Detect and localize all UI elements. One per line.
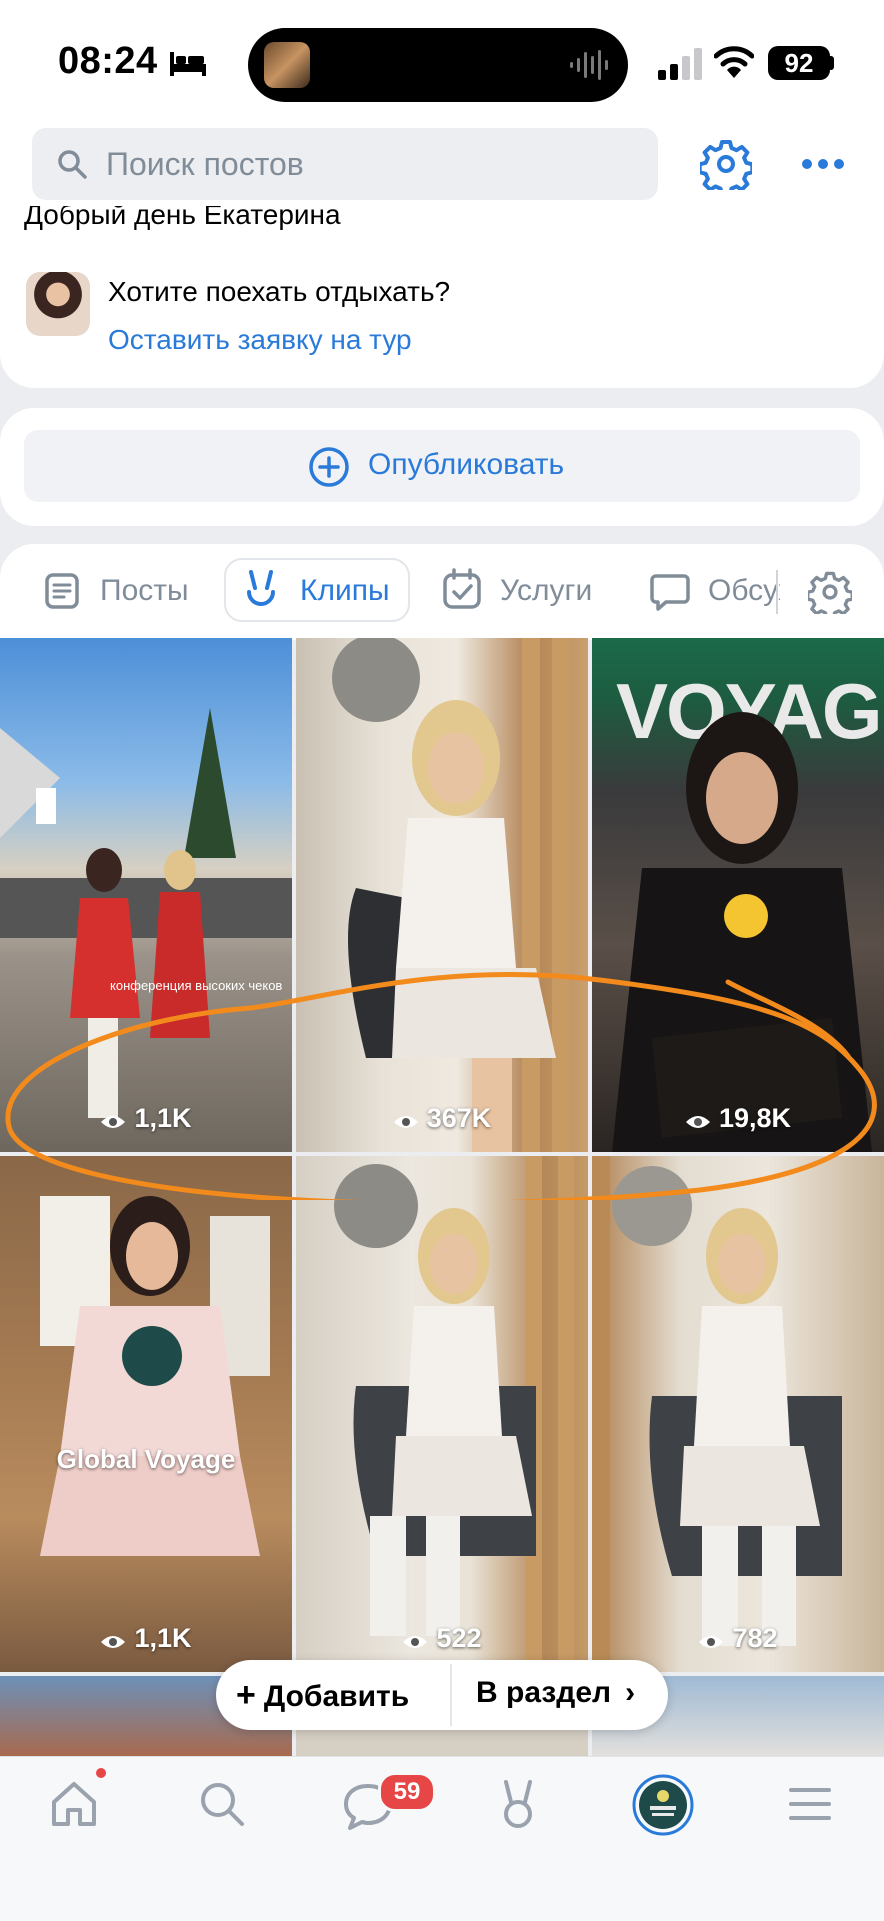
home-icon[interactable] xyxy=(48,1780,100,1828)
view-count: 1,1K xyxy=(0,1623,292,1654)
cellular-signal-icon xyxy=(658,48,702,80)
clip-thumbnail-scene xyxy=(40,1196,270,1556)
annotation-scribble xyxy=(5,971,877,1200)
eye-icon xyxy=(699,1636,724,1648)
view-count: 522 xyxy=(296,1623,588,1654)
bottom-navigation xyxy=(0,1756,884,1921)
menu-icon[interactable] xyxy=(788,1784,832,1824)
more-options-icon[interactable] xyxy=(800,154,846,174)
eye-icon xyxy=(101,1636,126,1648)
clip-thumbnail-scene xyxy=(592,1156,842,1672)
clip-overlay-text: Global Voyage xyxy=(56,1444,236,1474)
add-button[interactable]: + Добавить xyxy=(236,1676,409,1715)
audio-wave-icon xyxy=(570,50,608,80)
profile-avatar-icon[interactable] xyxy=(632,1774,694,1836)
view-count: 782 xyxy=(592,1623,884,1654)
sleep-focus-icon xyxy=(170,52,206,76)
fab-divider xyxy=(450,1664,452,1726)
clip-tile[interactable]: 782 xyxy=(592,1156,884,1672)
greeting-text: Добрый день Екатерина xyxy=(24,206,341,230)
publish-label: Опубликовать xyxy=(368,448,565,481)
search-icon xyxy=(58,150,87,179)
battery-cap xyxy=(830,56,834,70)
clip-tile[interactable]: 522 xyxy=(296,1156,588,1672)
messages-badge: 59 xyxy=(378,1772,436,1812)
notification-dot xyxy=(96,1768,106,1778)
eye-icon xyxy=(403,1636,428,1648)
wifi-icon xyxy=(714,46,754,78)
add-circle-icon xyxy=(309,447,349,487)
search-nav-icon[interactable] xyxy=(198,1780,246,1828)
to-section-button[interactable]: В раздел › xyxy=(476,1676,635,1710)
promo-link[interactable]: Оставить заявку на тур xyxy=(108,324,412,356)
battery-indicator: 92 xyxy=(768,46,830,80)
avatar[interactable] xyxy=(26,272,90,336)
clip-thumbnail-scene xyxy=(334,1156,574,1672)
plus-icon: + xyxy=(236,1676,256,1714)
promo-title: Хотите поехать отдыхать? xyxy=(108,276,451,307)
clip-tile[interactable]: Global Voyage 1,1K xyxy=(0,1156,292,1672)
gear-icon[interactable] xyxy=(700,138,752,190)
chevron-right-icon: › xyxy=(625,1676,636,1709)
clips-nav-icon[interactable] xyxy=(498,1778,538,1830)
search-placeholder: Поиск постов xyxy=(106,146,304,182)
status-time: 08:24 xyxy=(58,40,158,82)
now-playing-thumbnail xyxy=(264,42,310,88)
